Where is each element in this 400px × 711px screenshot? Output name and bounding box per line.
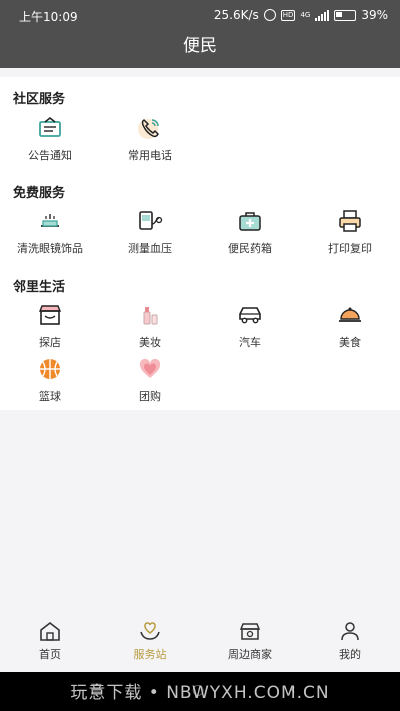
blood-pressure-icon [137, 208, 163, 234]
service-label: 打印复印 [328, 242, 372, 255]
dining-icon [337, 302, 363, 328]
home-icon [38, 620, 62, 642]
store-icon [238, 620, 262, 642]
signal-icon [315, 9, 330, 21]
service-car[interactable]: 汽车 [200, 302, 300, 350]
network-type: 4G [300, 11, 311, 19]
section-title-neighborhood: 邻里生活 [13, 280, 66, 295]
status-time: 上午10:09 [19, 10, 78, 24]
service-notice[interactable]: 公告通知 [0, 115, 100, 163]
service-printing[interactable]: 打印复印 [300, 208, 400, 256]
service-label: 探店 [39, 336, 61, 349]
service-label: 公告通知 [28, 149, 72, 162]
service-label: 便民药箱 [228, 242, 272, 255]
service-group-buy[interactable]: 团购 [100, 356, 200, 404]
service-label: 篮球 [39, 390, 61, 403]
cleaning-icon [37, 208, 63, 234]
section-title-free: 免费服务 [13, 186, 66, 201]
status-bar: 上午10:09 25.6K/s HD 4G 39% [0, 0, 400, 30]
printer-icon [337, 208, 363, 234]
tab-mine[interactable]: 我的 [300, 620, 400, 662]
service-label: 美食 [339, 336, 361, 349]
service-food[interactable]: 美食 [300, 302, 400, 350]
service-label: 清洗眼镜饰品 [17, 242, 83, 255]
user-icon [338, 620, 362, 642]
page-title: 便民 [0, 30, 400, 68]
hd-badge: HD [280, 9, 296, 21]
service-phone[interactable]: 常用电话 [100, 115, 200, 163]
status-indicators: 25.6K/s HD 4G 39% [214, 8, 388, 22]
services-card: 社区服务 公告通知 常用电话 免费服务 清洗眼镜饰品 测量血压 便民药箱 打印复… [0, 77, 400, 410]
medicine-box-icon [237, 208, 263, 234]
service-shop-visit[interactable]: 探店 [0, 302, 100, 350]
battery-level: 39% [361, 8, 388, 22]
phone-icon [137, 115, 163, 141]
car-icon [237, 302, 263, 328]
service-medicine-box[interactable]: 便民药箱 [200, 208, 300, 256]
heart-hands-icon [138, 620, 162, 642]
service-label: 汽车 [239, 336, 261, 349]
tab-label: 我的 [339, 648, 361, 661]
tab-nearby-merchants[interactable]: 周边商家 [200, 620, 300, 662]
service-label: 常用电话 [128, 149, 172, 162]
service-label: 团购 [139, 390, 161, 403]
basketball-icon [37, 356, 63, 382]
section-title-community: 社区服务 [13, 92, 66, 107]
alarm-icon [263, 9, 276, 21]
makeup-icon [137, 302, 163, 328]
group-buy-icon [137, 356, 163, 382]
bottom-tab-bar: 首页 服务站 周边商家 我的 [0, 615, 400, 672]
battery-icon [334, 9, 357, 21]
tab-label: 周边商家 [228, 648, 272, 661]
notice-board-icon [37, 115, 63, 141]
tab-label: 服务站 [133, 648, 167, 661]
tab-label: 首页 [39, 648, 61, 661]
service-label: 测量血压 [128, 242, 172, 255]
tab-home[interactable]: 首页 [0, 620, 100, 662]
service-makeup[interactable]: 美妆 [100, 302, 200, 350]
watermark: 玩意下载 • NBWYXH.COM.CN [70, 683, 330, 703]
service-blood-pressure[interactable]: 测量血压 [100, 208, 200, 256]
service-cleaning[interactable]: 清洗眼镜饰品 [0, 208, 100, 256]
network-speed: 25.6K/s [213, 8, 259, 22]
service-basketball[interactable]: 篮球 [0, 356, 100, 404]
tab-service-station[interactable]: 服务站 [100, 620, 200, 662]
shop-icon [37, 302, 63, 328]
service-label: 美妆 [139, 336, 161, 349]
